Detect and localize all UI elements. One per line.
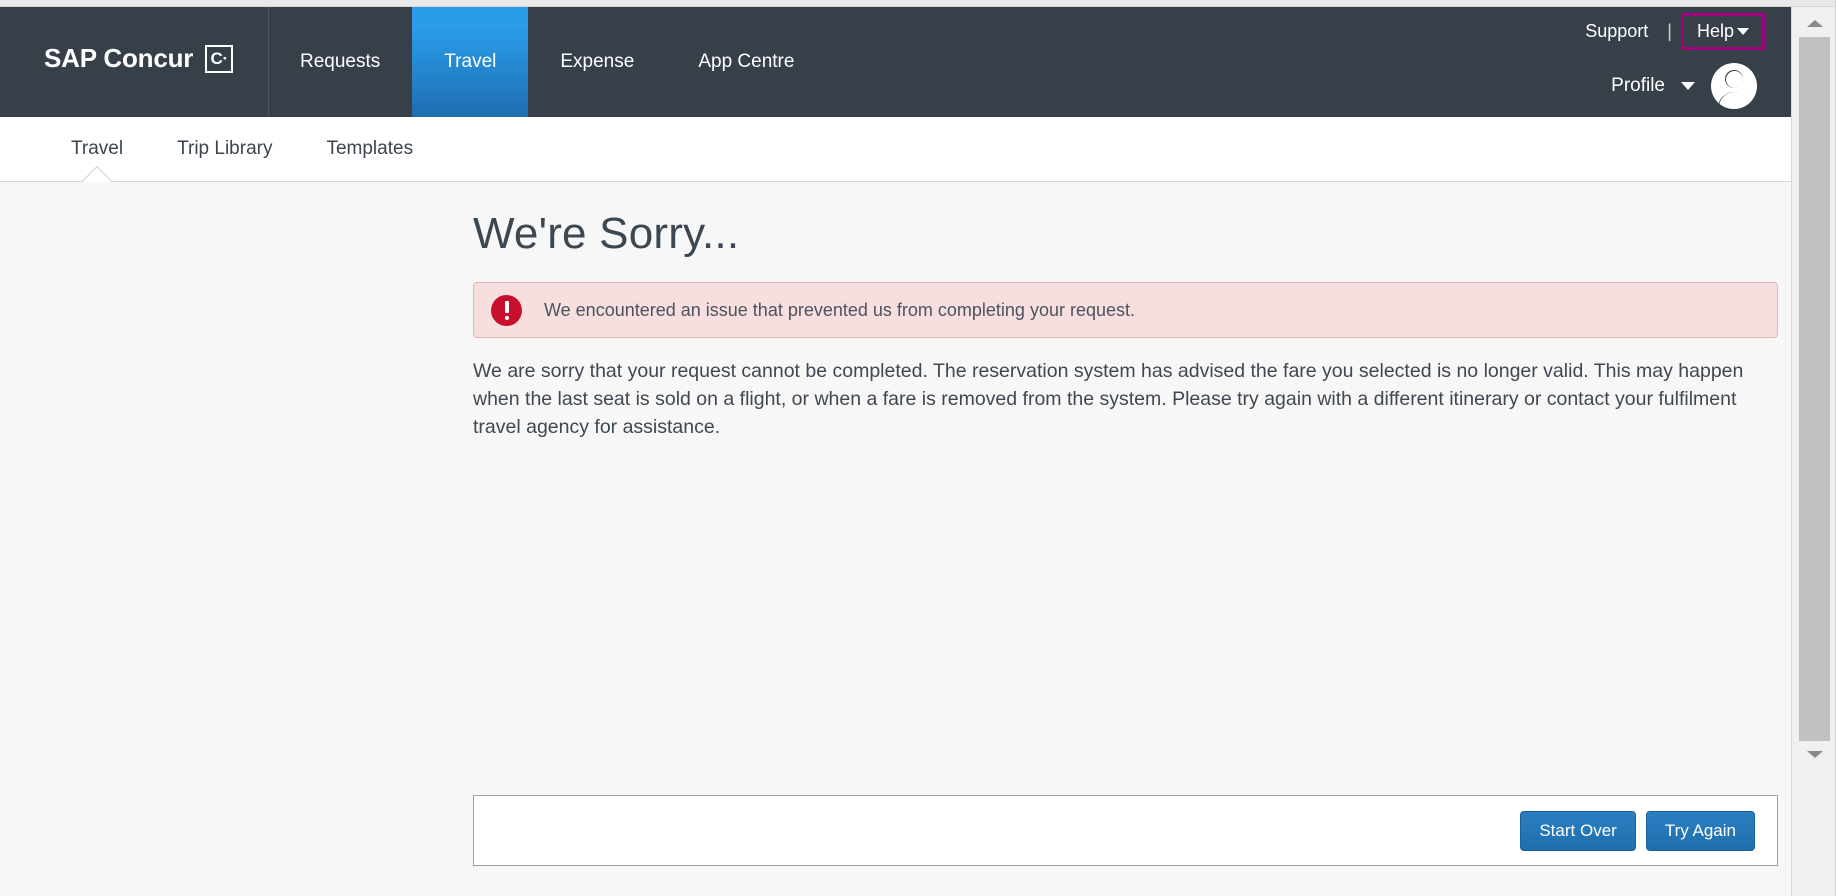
scroll-up-arrow-icon	[1806, 19, 1823, 27]
page-title: We're Sorry...	[473, 209, 740, 258]
chevron-down-icon	[1737, 28, 1749, 35]
sub-navigation-tabs: Travel Trip Library Templates	[0, 117, 1791, 182]
error-alert-banner: We encountered an issue that prevented u…	[473, 282, 1778, 338]
concur-mark-icon: C·	[205, 44, 234, 73]
menu-item-expense[interactable]: Expense	[528, 7, 666, 117]
sap-concur-logo[interactable]: SAP Concur C·	[44, 43, 234, 74]
tab-label: Trip Library	[177, 138, 273, 159]
action-footer-panel: Start Over Try Again	[473, 795, 1778, 866]
page-viewport: SAP Concur C· Requests Travel Expense Ap…	[0, 7, 1791, 896]
menu-item-label: Travel	[444, 51, 497, 72]
tab-label: Templates	[326, 138, 414, 159]
scrollbar-thumb[interactable]	[1799, 37, 1830, 741]
window-top-strip	[0, 0, 1836, 7]
brand-name-text: SAP Concur	[44, 43, 194, 73]
main-menu: Requests Travel Expense App Centre	[268, 7, 826, 117]
tab-templates[interactable]: Templates	[299, 117, 440, 181]
profile-menu[interactable]: Profile	[1611, 63, 1757, 109]
main-content: We're Sorry... We encountered an issue t…	[0, 182, 1791, 896]
menu-item-travel[interactable]: Travel	[412, 7, 529, 117]
browser-window: SAP Concur C· Requests Travel Expense Ap…	[0, 0, 1836, 896]
help-menu-button[interactable]: Help	[1680, 13, 1765, 50]
error-body-text: We are sorry that your request cannot be…	[473, 360, 1744, 438]
menu-item-app-centre[interactable]: App Centre	[666, 7, 826, 117]
support-link[interactable]: Support	[1575, 15, 1658, 48]
scroll-down-arrow-icon	[1806, 750, 1823, 758]
vertical-scrollbar[interactable]	[1791, 7, 1836, 896]
error-exclamation-icon	[491, 294, 522, 326]
help-label: Help	[1696, 21, 1734, 41]
scroll-up-button[interactable]	[1799, 10, 1830, 36]
avatar-head-icon	[1725, 71, 1743, 88]
tab-label: Travel	[71, 138, 124, 159]
menu-item-label: App Centre	[698, 51, 795, 72]
profile-label: Profile	[1611, 75, 1665, 96]
tab-travel[interactable]: Travel	[44, 117, 150, 182]
avatar[interactable]	[1711, 63, 1757, 109]
menu-item-label: Requests	[300, 51, 381, 72]
start-over-button[interactable]: Start Over	[1520, 810, 1636, 851]
chevron-down-icon	[1681, 82, 1695, 90]
avatar-body-icon	[1718, 92, 1750, 109]
scrollbar-track[interactable]	[1799, 767, 1830, 896]
scroll-down-button[interactable]	[1799, 741, 1830, 767]
utility-separator: |	[1667, 21, 1672, 41]
active-tab-caret-icon	[82, 167, 113, 182]
menu-item-label: Expense	[560, 51, 635, 72]
try-again-button[interactable]: Try Again	[1645, 810, 1755, 851]
utility-links: Support | Help	[1575, 13, 1765, 50]
menu-item-requests[interactable]: Requests	[268, 7, 412, 117]
top-navigation-bar: SAP Concur C· Requests Travel Expense Ap…	[0, 7, 1791, 117]
sub-navigation-bar: Travel Trip Library Templates	[0, 117, 1791, 182]
tab-trip-library[interactable]: Trip Library	[150, 117, 299, 181]
error-alert-message: We encountered an issue that prevented u…	[544, 299, 1136, 320]
